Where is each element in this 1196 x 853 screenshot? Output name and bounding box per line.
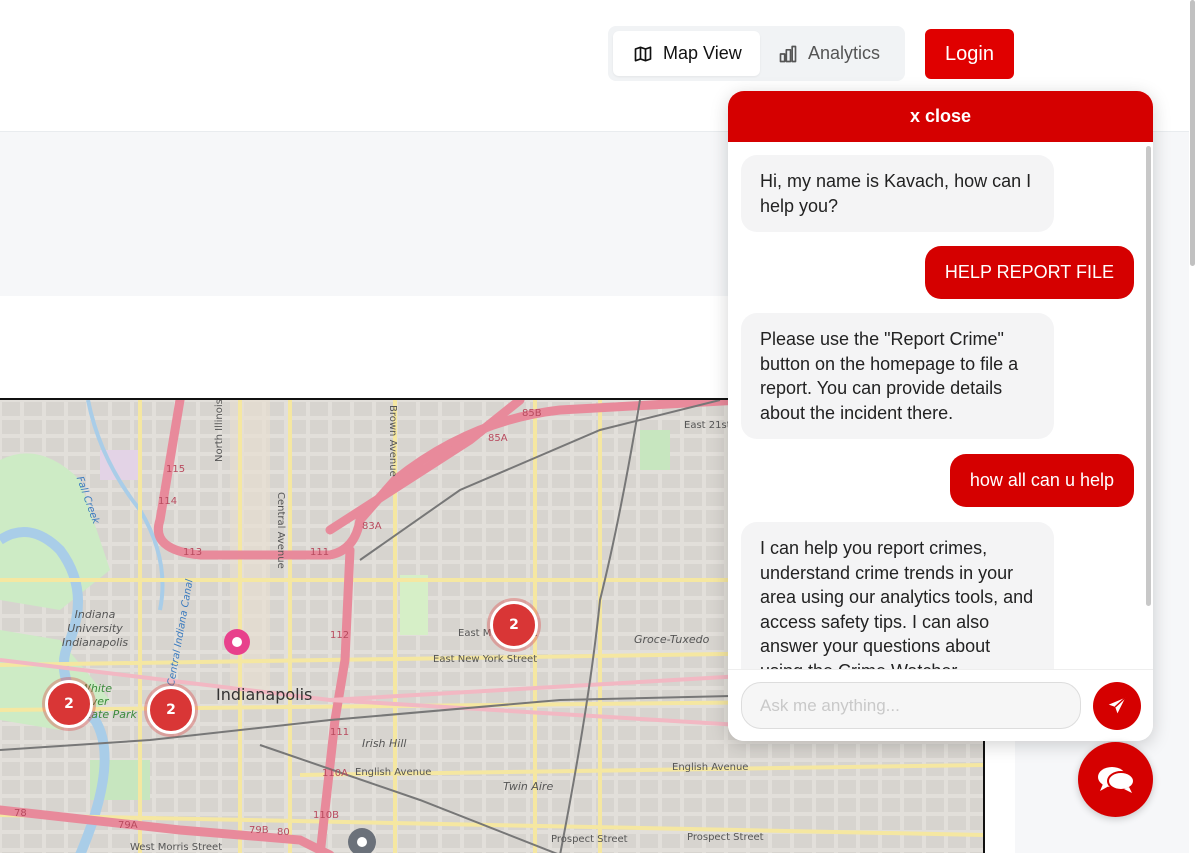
page-scrollbar-thumb[interactable] [1190, 0, 1195, 266]
login-button[interactable]: Login [925, 29, 1014, 79]
map-exit-label: 111 [330, 727, 350, 738]
chat-input[interactable] [741, 682, 1081, 729]
chat-message-user: HELP REPORT FILE [924, 246, 1134, 299]
crime-cluster-marker[interactable]: 2 [147, 686, 195, 734]
view-toggle: Map View Analytics [608, 26, 905, 81]
map-label-east-new-york: East New York Street [433, 654, 538, 665]
tab-map-view[interactable]: Map View [613, 31, 760, 76]
map-label-irish-hill: Irish Hill [362, 737, 407, 750]
send-button[interactable] [1093, 682, 1141, 730]
map-exit-label: 83A [362, 521, 382, 532]
chat-bubbles-icon [1097, 766, 1135, 793]
map-exit-label: 110B [313, 810, 339, 821]
chat-message-bot: I can help you report crimes, understand… [741, 522, 1054, 669]
bar-chart-icon [779, 45, 797, 62]
page-scrollbar[interactable] [1189, 0, 1196, 853]
map-label-central-ave: Central Avenue [275, 492, 286, 569]
chat-messages[interactable]: Hi, my name is Kavach, how can I help yo… [728, 142, 1153, 669]
map-exit-label: 114 [158, 496, 178, 507]
map-exit-label: 115 [166, 464, 186, 475]
chat-toggle-button[interactable] [1078, 742, 1153, 817]
map-label-east-21st: East 21st [684, 420, 731, 431]
location-pin-marker[interactable] [348, 828, 376, 853]
tab-map-view-label: Map View [663, 43, 742, 63]
map-label-prospect-1: Prospect Street [551, 834, 628, 845]
map-label-city: Indianapolis [216, 685, 313, 704]
map-exit-label: 85B [522, 408, 542, 419]
crime-cluster-marker[interactable]: 2 [45, 680, 93, 728]
chat-scrollbar[interactable] [1146, 146, 1151, 606]
map-label-iupui: Indiana University Indianapolis [61, 608, 129, 649]
map-exit-label: 110A [322, 768, 348, 779]
map-exit-label: 79A [118, 820, 138, 831]
map-exit-label: 112 [330, 630, 350, 641]
map-exit-label: 78 [14, 808, 27, 819]
send-icon [1108, 697, 1126, 714]
map-label-english-ave-2: English Avenue [672, 762, 749, 773]
map-exit-label: 79B [249, 825, 269, 836]
map-label-twin-aire: Twin Aire [503, 780, 554, 793]
map-icon [634, 46, 652, 62]
map-exit-label: 111 [310, 547, 330, 558]
map-label-english-ave-1: English Avenue [355, 767, 432, 778]
map-exit-label: 85A [488, 433, 508, 444]
chat-message-bot: Hi, my name is Kavach, how can I help yo… [741, 155, 1054, 232]
chat-message-bot: Please use the "Report Crime" button on … [741, 313, 1054, 439]
chat-window: x close Hi, my name is Kavach, how can I… [728, 91, 1153, 741]
map-label-brown-ave: Brown Avenue [387, 405, 398, 477]
map-exit-label: 80 [277, 827, 290, 838]
map-exit-label: 113 [183, 547, 203, 558]
chat-input-bar [728, 669, 1153, 741]
tab-analytics[interactable]: Analytics [778, 31, 880, 76]
map-label-west-morris: West Morris Street [130, 842, 223, 853]
chat-close-button[interactable]: x close [728, 91, 1153, 142]
tab-analytics-label: Analytics [808, 43, 881, 63]
map-label-north-illinois: North Illinois [214, 399, 225, 462]
chat-message-user: how all can u help [949, 454, 1134, 507]
crime-cluster-marker[interactable]: 2 [490, 601, 538, 649]
map-label-prospect-2: Prospect Street [687, 832, 764, 843]
map-label-groce-tuxedo: Groce-Tuxedo [634, 633, 710, 646]
crime-pin-marker[interactable] [224, 629, 250, 655]
